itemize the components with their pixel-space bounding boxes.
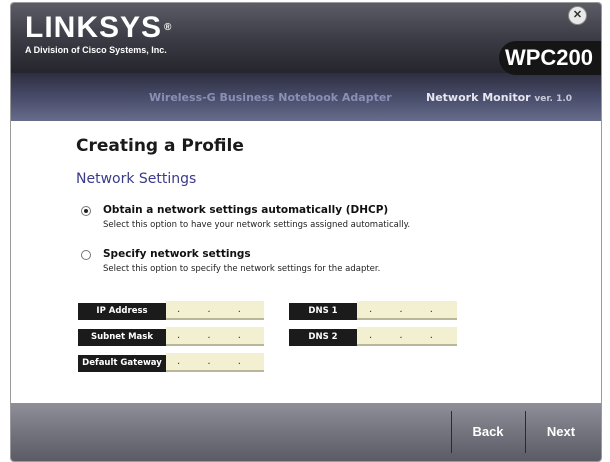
footer-bar: Back Next <box>11 403 601 461</box>
default-gateway-label: Default Gateway <box>78 355 166 372</box>
product-name: Wireless-G Business Notebook Adapter <box>149 91 392 104</box>
close-icon[interactable]: ✕ <box>568 6 587 25</box>
dns1-label: DNS 1 <box>289 303 357 320</box>
radio-dhcp[interactable] <box>81 206 91 216</box>
dns2-label: DNS 2 <box>289 329 357 346</box>
subnet-mask-label: Subnet Mask <box>78 329 166 346</box>
option-dhcp-description: Select this option to have your network … <box>103 220 411 230</box>
header-banner: LINKSYS ® A Division of Cisco Systems, In… <box>11 3 601 121</box>
next-button[interactable]: Next <box>526 403 596 461</box>
dns1-field[interactable]: . . . <box>357 301 457 320</box>
subnet-mask-field[interactable]: . . . <box>166 327 264 346</box>
section-title: Network Settings <box>76 171 197 187</box>
brand-subtitle: A Division of Cisco Systems, Inc. <box>25 45 167 55</box>
option-specify-description: Select this option to specify the networ… <box>103 264 381 274</box>
radio-specify[interactable] <box>81 250 91 260</box>
page-title: Creating a Profile <box>76 136 244 156</box>
option-specify-label: Specify network settings <box>103 248 251 260</box>
ip-address-label: IP Address <box>78 303 166 320</box>
app-name: Network Monitor ver. 1.0 <box>426 91 573 104</box>
wizard-window: LINKSYS ® A Division of Cisco Systems, In… <box>10 2 602 462</box>
dns2-field[interactable]: . . . <box>357 327 457 346</box>
back-button[interactable]: Back <box>452 403 524 461</box>
model-name: WPC200 <box>499 41 601 75</box>
main-content: Creating a Profile Network Settings Obta… <box>11 121 601 403</box>
default-gateway-field[interactable]: . . . <box>166 353 264 372</box>
version-label: ver. 1.0 <box>534 94 573 104</box>
ip-address-field[interactable]: . . . <box>166 301 264 320</box>
option-dhcp-label: Obtain a network settings automatically … <box>103 204 389 216</box>
brand-logo: LINKSYS ® <box>25 11 173 44</box>
